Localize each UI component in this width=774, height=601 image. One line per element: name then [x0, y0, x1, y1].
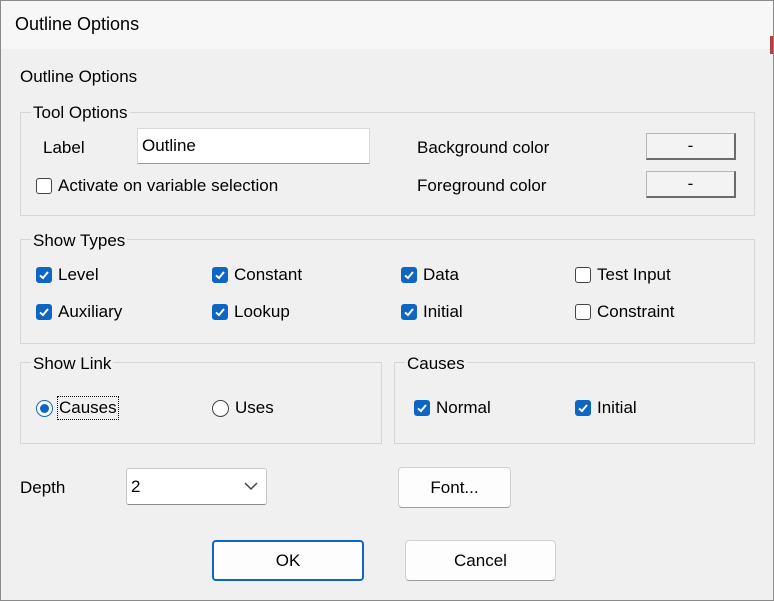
show-type-level-checkbox[interactable]: Level — [36, 265, 99, 285]
show-type-label: Constant — [234, 265, 303, 284]
label-input[interactable]: Outline — [137, 128, 370, 164]
show-types-legend: Show Types — [31, 231, 128, 251]
checkmark-icon — [414, 400, 430, 416]
show-type-label: Data — [423, 265, 459, 284]
show-link-option-label: Uses — [235, 398, 274, 417]
causes-initial-checkbox[interactable]: Initial — [575, 398, 637, 418]
show-types-group — [20, 239, 755, 344]
tool-options-legend: Tool Options — [31, 103, 130, 123]
outline-options-dialog: Outline Options Outline Options Tool Opt… — [0, 0, 774, 601]
show-type-test-input-checkbox[interactable]: Test Input — [575, 265, 671, 285]
radio-selected-icon — [36, 399, 53, 417]
show-link-uses-radio[interactable]: Uses — [212, 398, 274, 418]
background-color-caption: Background color — [417, 138, 550, 157]
font-button[interactable]: Font... — [398, 467, 511, 508]
causes-normal-checkbox[interactable]: Normal — [414, 398, 491, 418]
label-caption: Label — [43, 138, 85, 157]
show-type-label: Test Input — [597, 265, 671, 284]
show-link-legend: Show Link — [31, 354, 114, 374]
background-window-edge — [770, 36, 773, 54]
cancel-button[interactable]: Cancel — [405, 540, 556, 581]
checkmark-icon — [212, 304, 228, 320]
show-type-auxiliary-checkbox[interactable]: Auxiliary — [36, 302, 122, 322]
show-type-label: Initial — [423, 302, 463, 321]
show-type-initial-checkbox[interactable]: Initial — [401, 302, 463, 322]
radio-unselected-icon — [212, 399, 229, 417]
causes-option-label: Initial — [597, 398, 637, 417]
ok-button[interactable]: OK — [212, 540, 364, 581]
dialog-heading: Outline Options — [20, 67, 138, 86]
checkmark-icon — [401, 267, 417, 283]
checkmark-icon — [36, 267, 52, 283]
background-color-button[interactable]: - — [646, 133, 736, 160]
chevron-down-icon — [244, 482, 258, 491]
foreground-color-button[interactable]: - — [646, 171, 736, 198]
checkmark-icon — [401, 304, 417, 320]
checkbox-unchecked-icon — [575, 304, 591, 320]
checkmark-icon — [575, 400, 591, 416]
depth-caption: Depth — [20, 478, 66, 497]
tool-options-group — [20, 112, 755, 216]
depth-select[interactable]: 2 — [126, 468, 267, 505]
checkmark-icon — [36, 304, 52, 320]
show-link-option-label: Causes — [57, 396, 119, 420]
show-type-lookup-checkbox[interactable]: Lookup — [212, 302, 290, 322]
depth-value: 2 — [131, 477, 141, 496]
show-type-data-checkbox[interactable]: Data — [401, 265, 459, 285]
causes-legend: Causes — [405, 354, 467, 374]
foreground-color-caption: Foreground color — [417, 176, 547, 195]
label-input-value: Outline — [142, 136, 196, 155]
show-type-label: Constraint — [597, 302, 675, 321]
show-type-label: Level — [58, 265, 99, 284]
checkbox-unchecked-icon — [575, 267, 591, 283]
checkbox-unchecked-icon — [36, 178, 52, 194]
show-type-constant-checkbox[interactable]: Constant — [212, 265, 302, 285]
activate-on-selection-label: Activate on variable selection — [58, 176, 279, 195]
show-type-label: Auxiliary — [58, 302, 123, 321]
show-link-causes-radio[interactable]: Causes — [36, 396, 119, 420]
show-type-label: Lookup — [234, 302, 290, 321]
title-bar[interactable]: Outline Options — [1, 1, 773, 49]
checkmark-icon — [212, 267, 228, 283]
window-title: Outline Options — [15, 14, 140, 34]
causes-option-label: Normal — [436, 398, 491, 417]
show-type-constraint-checkbox[interactable]: Constraint — [575, 302, 674, 322]
activate-on-selection-checkbox[interactable]: Activate on variable selection — [36, 176, 278, 196]
